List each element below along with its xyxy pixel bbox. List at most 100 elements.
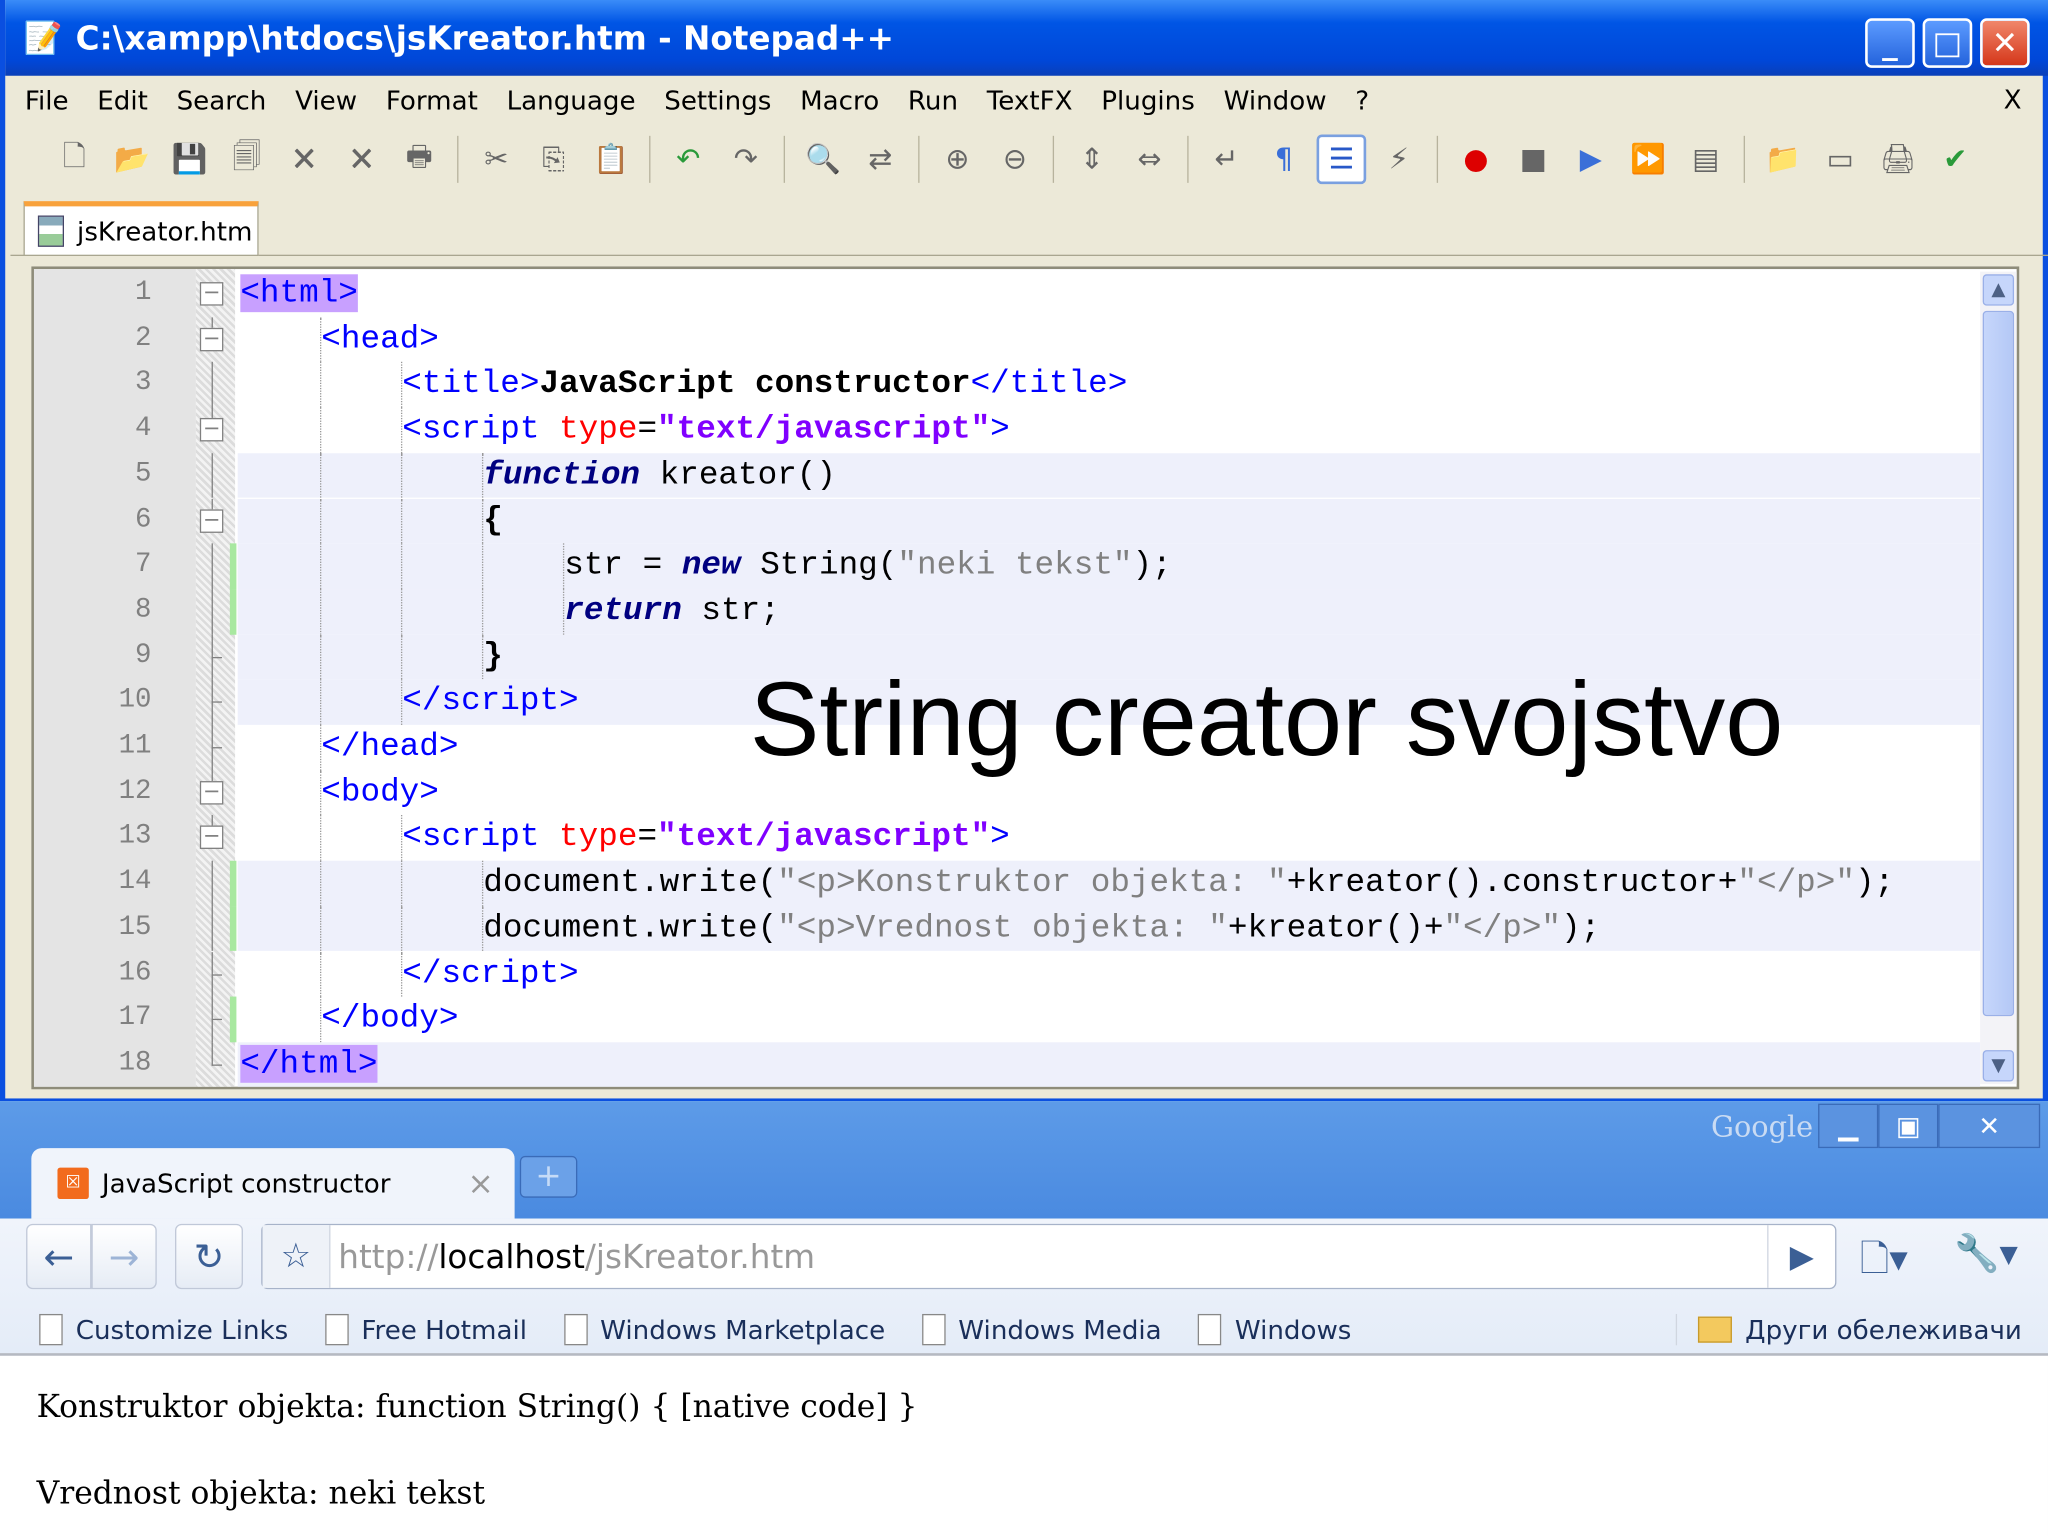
open-folder-icon[interactable]: 📁	[1758, 135, 1808, 185]
show-all-chars-icon[interactable]: ¶	[1259, 135, 1309, 185]
bookmark-customize-links[interactable]: Customize Links	[39, 1313, 288, 1346]
line-number: 10	[118, 686, 152, 717]
code-line[interactable]: 7 str = new String("neki tekst");	[34, 543, 1981, 589]
menu-language[interactable]: Language	[492, 85, 650, 116]
stop-record-icon[interactable]: ■	[1509, 135, 1559, 185]
tab-close-icon[interactable]: ×	[467, 1165, 493, 1202]
menu-edit[interactable]: Edit	[83, 85, 162, 116]
run-macro-multiple-icon[interactable]: ⏩	[1624, 135, 1674, 185]
print-now-icon[interactable]: 🖨	[1873, 135, 1923, 185]
menu-file[interactable]: File	[10, 85, 82, 116]
bookmark-windows-marketplace[interactable]: Windows Marketplace	[563, 1313, 885, 1346]
reload-button[interactable]: ↻	[175, 1223, 243, 1290]
browser-tab[interactable]: ☒ JavaScript constructor ×	[31, 1148, 515, 1219]
title-bar[interactable]: 📝 C:\xampp\htdocs\jsKreator.htm - Notepa…	[5, 0, 2048, 76]
back-button[interactable]: ←	[26, 1223, 92, 1290]
code-line[interactable]: 13− <script type="text/javascript">	[34, 815, 1980, 861]
code-line[interactable]: 8 return str;	[34, 588, 1981, 635]
indent-guide-icon[interactable]: ☰	[1316, 134, 1367, 185]
record-macro-icon[interactable]: ●	[1451, 135, 1501, 185]
new-tab-button[interactable]: +	[519, 1155, 578, 1198]
code-line[interactable]: 18 </html>	[34, 1042, 1981, 1087]
menu-search[interactable]: Search	[162, 85, 280, 116]
scroll-down-arrow-icon[interactable]: ▼	[1982, 1050, 2015, 1082]
spell-check-icon[interactable]: ✔	[1930, 135, 1980, 185]
change-marker	[229, 543, 237, 589]
wrench-menu-icon[interactable]: 🔧▾	[1954, 1232, 2018, 1275]
saved-file-icon	[37, 214, 64, 247]
menu-run[interactable]: Run	[894, 85, 973, 116]
menu-format[interactable]: Format	[371, 85, 492, 116]
code-line[interactable]: 6 − {	[34, 498, 1981, 544]
replace-icon[interactable]: ⇄	[856, 135, 906, 185]
copy-icon[interactable]: ⎘	[529, 135, 579, 185]
new-file-icon[interactable]: 🗋	[50, 135, 100, 185]
close-icon[interactable]: 🗙	[280, 135, 330, 185]
menu-window[interactable]: Window	[1209, 85, 1341, 116]
code-line[interactable]: 14 document.write("<p>Konstruktor objekta…	[34, 860, 1981, 907]
console-icon[interactable]: ▭	[1816, 135, 1866, 185]
bookmark-free-hotmail[interactable]: Free Hotmail	[324, 1313, 527, 1346]
fold-toggle-minus-icon[interactable]: −	[199, 780, 224, 805]
sync-vertical-icon[interactable]: ⇕	[1067, 135, 1117, 185]
fold-toggle-minus-icon[interactable]: −	[199, 327, 224, 351]
minimize-button[interactable]: _	[1865, 18, 1915, 68]
scroll-up-arrow-icon[interactable]: ▲	[1982, 274, 2015, 306]
maximize-button[interactable]: □	[1922, 18, 1973, 68]
browser-minimize-button[interactable]: ▁	[1818, 1103, 1879, 1149]
code-line[interactable]: 3 <title>JavaScript constructor</title>	[34, 362, 1980, 408]
url-text[interactable]: http://localhost/jsKreator.htm	[330, 1238, 815, 1276]
save-macro-icon[interactable]: ▤	[1681, 135, 1731, 185]
vertical-scrollbar[interactable]: ▲ ▼	[1980, 271, 2017, 1085]
fold-toggle-minus-icon[interactable]: −	[199, 825, 224, 850]
scrollbar-thumb[interactable]	[1982, 310, 2015, 1017]
code-line[interactable]: 1 − <html>	[34, 272, 1980, 317]
close-all-icon[interactable]: 🗙	[337, 135, 387, 185]
fold-toggle-minus-icon[interactable]: −	[199, 281, 224, 306]
menu-settings[interactable]: Settings	[650, 85, 786, 116]
menu-macro[interactable]: Macro	[786, 85, 894, 116]
menu-plugins[interactable]: Plugins	[1087, 85, 1209, 116]
bookmark-windows[interactable]: Windows	[1198, 1313, 1351, 1346]
bookmark-star-icon[interactable]: ☆	[262, 1225, 331, 1288]
zoom-out-icon[interactable]: ⊖	[990, 135, 1040, 185]
code-line[interactable]: 17 </body>	[34, 996, 1980, 1043]
fold-toggle-minus-icon[interactable]: −	[199, 417, 224, 442]
open-file-icon[interactable]: 📂	[107, 135, 157, 185]
menu-help[interactable]: ?	[1341, 85, 1384, 116]
code-line[interactable]: 16 </script>	[34, 951, 1980, 997]
close-button[interactable]: ✕	[1980, 18, 2030, 68]
redo-icon[interactable]: ↷	[721, 135, 771, 185]
paste-icon[interactable]: 📋	[586, 135, 636, 185]
code-token: return	[564, 591, 682, 630]
close-document-button[interactable]: X	[2004, 84, 2022, 115]
code-line[interactable]: 15 document.write("<p>Vrednost objekta: "…	[34, 906, 1981, 952]
address-bar[interactable]: ☆ http://localhost/jsKreator.htm ▶	[261, 1223, 1837, 1290]
fold-toggle-minus-icon[interactable]: −	[199, 508, 224, 533]
sync-horizontal-icon[interactable]: ⇔	[1125, 135, 1175, 185]
menu-view[interactable]: View	[281, 85, 372, 116]
code-line[interactable]: 5 function kreator()	[34, 452, 1981, 499]
save-icon[interactable]: 💾	[165, 135, 215, 185]
browser-close-button[interactable]: ✕	[1938, 1103, 2041, 1149]
code-line[interactable]: 2 − <head>	[34, 316, 1980, 363]
word-wrap-icon[interactable]: ↵	[1202, 135, 1252, 185]
user-language-icon[interactable]: ⚡	[1374, 135, 1424, 185]
indent-guide	[400, 679, 403, 725]
print-icon[interactable]: 🖶	[394, 135, 444, 185]
save-all-icon[interactable]: 🗐	[222, 135, 272, 185]
bookmark-windows-media[interactable]: Windows Media	[921, 1313, 1162, 1346]
browser-maximize-button[interactable]: ▣	[1878, 1103, 1939, 1149]
page-menu-icon[interactable]: 🗋▾	[1860, 1232, 1908, 1295]
code-line[interactable]: 4− <script type="text/javascript">	[34, 407, 1980, 453]
go-arrow-icon[interactable]: ▶	[1767, 1225, 1835, 1288]
tab-jskreator[interactable]: jsKreator.htm	[23, 201, 259, 256]
play-macro-icon[interactable]: ▶	[1566, 135, 1616, 185]
other-bookmarks[interactable]: Други обележивачи	[1675, 1313, 2022, 1346]
find-icon[interactable]: 🔍	[798, 135, 848, 185]
cut-icon[interactable]: ✂	[472, 135, 522, 185]
zoom-in-icon[interactable]: ⊕	[933, 135, 983, 185]
menu-textfx[interactable]: TextFX	[972, 85, 1086, 116]
undo-icon[interactable]: ↶	[664, 135, 714, 185]
forward-button[interactable]: →	[91, 1223, 157, 1290]
